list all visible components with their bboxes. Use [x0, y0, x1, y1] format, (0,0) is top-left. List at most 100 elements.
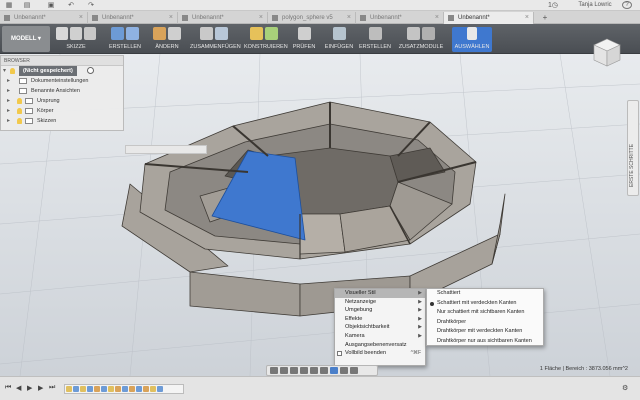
joint-icon[interactable] [215, 27, 228, 40]
menu-item-effects[interactable]: Effekte ▶ [335, 315, 425, 324]
decagon-bowl-model[interactable] [121, 101, 506, 317]
zoom-window-icon[interactable] [320, 367, 328, 374]
menu-item-ground-plane-offset[interactable]: Ausgangsebenenversatz [335, 341, 425, 350]
visibility-bulb-icon[interactable] [17, 108, 22, 114]
timeline-sketch-icon[interactable] [80, 386, 86, 392]
menu-item-visual-style[interactable]: Visueller Stil ▶ [335, 289, 425, 298]
browser-item-sketches[interactable]: ▸ Skizzen [1, 116, 123, 126]
close-tab-icon[interactable]: × [79, 12, 83, 24]
timeline-extrude-icon[interactable] [73, 386, 79, 392]
menu-item-environment[interactable]: Umgebung ▶ [335, 306, 425, 315]
close-tab-icon[interactable]: × [259, 12, 263, 24]
fillet-icon[interactable] [168, 27, 181, 40]
select-cursor-icon[interactable] [467, 27, 477, 40]
go-to-start-icon[interactable]: ⏮ [5, 384, 11, 392]
timeline-sketch-icon[interactable] [108, 386, 114, 392]
document-tab[interactable]: Unbenannt* × [0, 12, 88, 24]
submenu-item-shaded-visible-edges[interactable]: Nur schattiert mit sichtbaren Kanten [427, 308, 543, 318]
model-face[interactable] [189, 271, 301, 317]
expand-arrow-icon[interactable]: ▸ [7, 96, 10, 106]
assemble-group[interactable]: ZUSAMMENFÜGEN [190, 27, 241, 52]
document-tab[interactable]: Unbenannt* × [356, 12, 444, 24]
collapse-arrow-icon[interactable]: ▾ [3, 66, 6, 76]
submenu-item-wireframe-visible-edges[interactable]: Drahtkörper nur aus sichtbaren Kanten [427, 337, 543, 347]
save-icon[interactable]: ▣ [46, 1, 56, 10]
submenu-item-shaded[interactable]: Schattiert [427, 289, 543, 299]
expand-arrow-icon[interactable]: ▸ [7, 86, 10, 96]
new-component-icon[interactable] [200, 27, 213, 40]
undo-icon[interactable]: ↶ [66, 1, 76, 10]
make-group[interactable]: ERSTELLEN [358, 27, 392, 52]
play-icon[interactable]: ▶ [27, 384, 32, 392]
modify-group[interactable]: ÄNDERN [150, 27, 184, 52]
extrude-icon[interactable] [111, 27, 124, 40]
timeline-modify-icon[interactable] [129, 386, 135, 392]
create-group[interactable]: ERSTELLEN [108, 27, 142, 52]
grid-menu-icon[interactable]: ▦ [4, 1, 14, 10]
clock-icon[interactable]: 1◷ [546, 1, 560, 10]
expand-arrow-icon[interactable]: ▸ [7, 116, 10, 126]
close-tab-icon[interactable]: × [525, 12, 529, 24]
measure-icon[interactable] [297, 27, 311, 40]
browser-root-row[interactable]: ▾ (Nicht gespeichert) [1, 66, 123, 76]
plane-icon[interactable] [265, 27, 278, 40]
document-tab[interactable]: Unbenannt* × [178, 12, 268, 24]
browser-item-origin[interactable]: ▸ Ursprung [1, 96, 123, 106]
orbit-icon[interactable] [270, 367, 278, 374]
document-tab[interactable]: polygon_sphere v5 × [268, 12, 356, 24]
sketch-icon[interactable] [56, 27, 68, 40]
submenu-item-wireframe-hidden-edges[interactable]: Drahtkörper mit verdeckten Kanten [427, 327, 543, 337]
timeline-extrude-icon[interactable] [87, 386, 93, 392]
menu-item-object-visibility[interactable]: Objektsichtbarkeit ▶ [335, 323, 425, 332]
timeline-modify-icon[interactable] [115, 386, 121, 392]
timeline-extrude-icon[interactable] [157, 386, 163, 392]
offset-plane-icon[interactable] [250, 27, 263, 40]
3d-print-icon[interactable] [368, 27, 382, 40]
timeline-extrude-icon[interactable] [136, 386, 142, 392]
browser-item-document-settings[interactable]: ▸ Dokumenteinstellungen [1, 76, 123, 86]
addins-group[interactable]: ZUSATZMODULE [398, 27, 444, 52]
new-tab-icon[interactable]: + [540, 13, 550, 22]
insert-group[interactable]: EINFÜGEN [322, 27, 356, 52]
file-icon[interactable]: ▤ [22, 1, 32, 10]
timeline-modify-icon[interactable] [94, 386, 100, 392]
menu-item-camera[interactable]: Kamera ▶ [335, 332, 425, 341]
menu-item-exit-fullscreen[interactable]: Vollbild beenden ^⌘F [335, 349, 425, 358]
viewcube[interactable] [590, 36, 624, 70]
pan-icon[interactable] [290, 367, 298, 374]
visibility-bulb-icon[interactable] [17, 98, 22, 104]
browser-item-named-views[interactable]: ▸ Benannte Ansichten [1, 86, 123, 96]
close-tab-icon[interactable]: × [169, 12, 173, 24]
close-tab-icon[interactable]: × [435, 12, 439, 24]
revolve-icon[interactable] [126, 27, 139, 40]
redo-icon[interactable]: ↷ [86, 1, 96, 10]
timeline-extrude-icon[interactable] [101, 386, 107, 392]
document-tab[interactable]: Unbenannt* × [88, 12, 178, 24]
construct-group[interactable]: KONSTRUIEREN [244, 27, 288, 52]
submenu-item-wireframe[interactable]: Drahtkörper [427, 318, 543, 328]
rectangle-icon[interactable] [84, 27, 96, 40]
timeline-modify-icon[interactable] [143, 386, 149, 392]
getting-started-panel-tab[interactable]: ERSTE SCHRITTE [627, 100, 639, 196]
timeline-strip[interactable] [64, 384, 184, 394]
expand-arrow-icon[interactable]: ▸ [7, 106, 10, 116]
visibility-bulb-icon[interactable] [17, 118, 22, 124]
submenu-item-shaded-hidden-edges[interactable]: Schattiert mit verdeckten Kanten [427, 299, 543, 309]
press-pull-icon[interactable] [153, 27, 166, 40]
activate-radio-icon[interactable] [87, 67, 94, 74]
grid-settings-icon[interactable] [340, 367, 348, 374]
workspace-mode-button[interactable]: MODELL ▾ [2, 26, 50, 52]
look-at-icon[interactable] [280, 367, 288, 374]
expand-arrow-icon[interactable]: ▸ [7, 76, 10, 86]
go-to-end-icon[interactable]: ⏭ [49, 384, 55, 392]
timeline-settings-icon[interactable]: ⚙ [622, 384, 628, 392]
viewports-icon[interactable] [350, 367, 358, 374]
document-tab-active[interactable]: Unbenannt* × [444, 12, 534, 24]
inspect-group[interactable]: PRÜFEN [290, 27, 318, 52]
timeline-sketch-icon[interactable] [150, 386, 156, 392]
arc-icon[interactable] [70, 27, 82, 40]
timeline-sketch-icon[interactable] [66, 386, 72, 392]
model-face[interactable] [491, 193, 506, 265]
floating-panel-stub[interactable] [125, 145, 207, 154]
select-group[interactable]: AUSWÄHLEN [452, 27, 492, 52]
